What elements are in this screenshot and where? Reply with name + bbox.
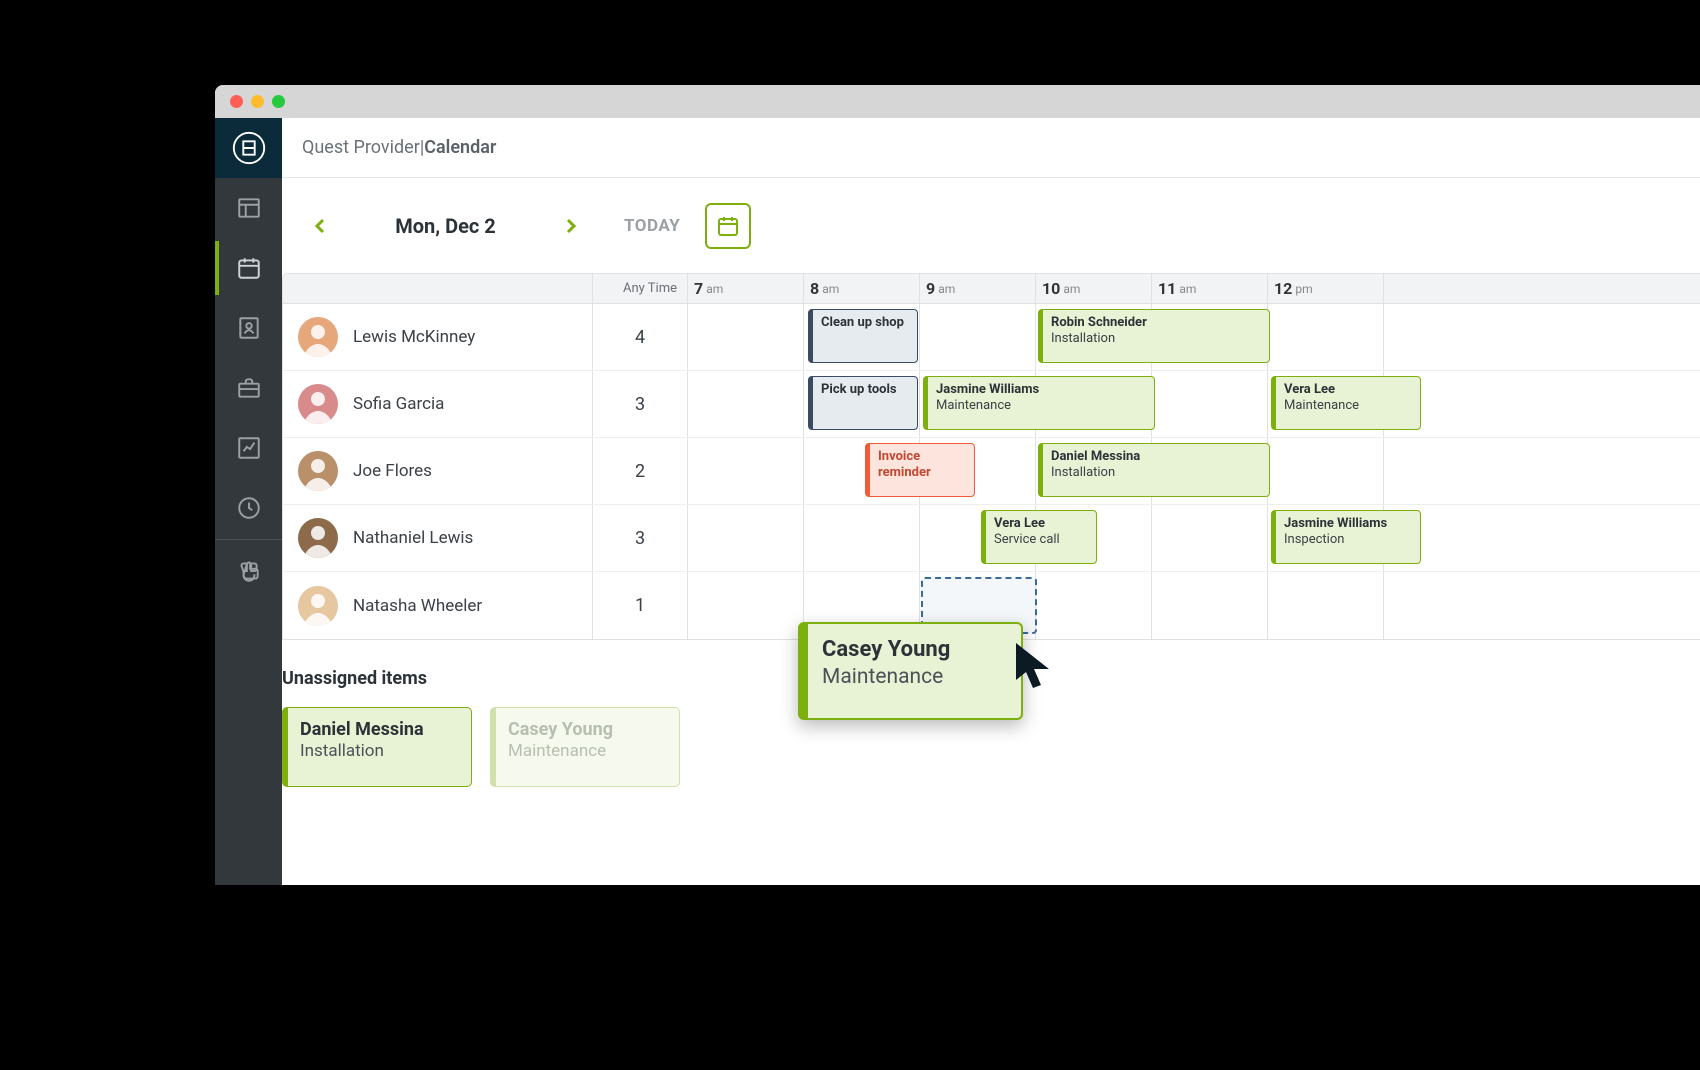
window-maximize-button[interactable] [272,95,285,108]
card-title: Casey Young [508,718,667,741]
time-column-header: 10am [1036,274,1152,303]
schedule-row: Sofia Garcia 3 Pick up tools Jasmine Willia… [283,371,1700,438]
date-picker-button[interactable] [705,203,751,249]
time-column-header: 12pm [1268,274,1384,303]
grid-header: Any Time 7am8am9am10am11am12pm [283,274,1700,304]
event-title: Vera Lee [994,516,1088,532]
drag-card-title: Casey Young [822,636,1007,665]
event-track: Pick up toolsJasmine WilliamsMaintenance… [688,371,1700,437]
event-title: Invoice reminder [878,449,966,482]
main-content: Quest Provider | Calendar Mon, Dec 2 TOD… [282,118,1700,885]
person-cell[interactable]: Lewis McKinney [283,304,593,370]
calendar-event[interactable]: Vera LeeService call [981,510,1097,564]
time-column-header: 11am [1152,274,1268,303]
event-subtitle: Installation [1051,331,1261,347]
breadcrumb: Quest Provider | Calendar [282,118,1700,178]
event-track: Invoice reminder Daniel MessinaInstallati… [688,438,1700,504]
calendar-event[interactable]: Daniel MessinaInstallation [1038,443,1270,497]
event-subtitle: Service call [994,532,1088,548]
calendar-event[interactable]: Clean up shop [808,309,918,363]
anytime-count[interactable]: 3 [593,371,688,437]
event-title: Jasmine Williams [1284,516,1412,532]
event-title: Pick up tools [821,382,909,398]
person-name: Nathaniel Lewis [353,528,473,548]
event-title: Daniel Messina [1051,449,1261,465]
nav-clients[interactable] [215,298,282,358]
person-cell[interactable]: Sofia Garcia [283,371,593,437]
avatar [298,384,338,424]
anytime-count[interactable]: 3 [593,505,688,571]
event-track: Clean up shop Robin SchneiderInstallation [688,304,1700,370]
time-column-header: 7am [688,274,804,303]
anytime-count[interactable]: 1 [593,572,688,639]
event-track: Vera LeeService call Jasmine WilliamsInsp… [688,505,1700,571]
window-titlebar [215,85,1700,118]
event-subtitle: Maintenance [936,398,1146,414]
window-minimize-button[interactable] [251,95,264,108]
unassigned-card[interactable]: Daniel MessinaInstallation [282,707,472,787]
anytime-header: Any Time [593,274,688,303]
calendar-event[interactable]: Vera LeeMaintenance [1271,376,1421,430]
app-window: Quest Provider | Calendar Mon, Dec 2 TOD… [215,85,1700,885]
next-day-button[interactable] [553,208,589,244]
person-cell[interactable]: Natasha Wheeler [283,572,593,639]
prev-day-button[interactable] [302,208,338,244]
nav-reports[interactable] [215,418,282,478]
window-close-button[interactable] [230,95,243,108]
schedule-row: Nathaniel Lewis 3 Vera LeeService call Jasm… [283,505,1700,572]
event-title: Robin Schneider [1051,315,1261,331]
person-name: Sofia Garcia [353,394,444,414]
breadcrumb-company: Quest Provider [302,137,420,158]
avatar [298,586,338,626]
nav-feedback[interactable] [215,541,282,601]
event-subtitle: Inspection [1284,532,1412,548]
nav-dashboard[interactable] [215,178,282,238]
anytime-count[interactable]: 2 [593,438,688,504]
avatar [298,451,338,491]
sidebar [215,118,282,885]
card-subtitle: Maintenance [508,741,667,761]
event-subtitle: Maintenance [1284,398,1412,414]
schedule-grid: Any Time 7am8am9am10am11am12pm Lewis McK… [282,273,1700,640]
event-title: Vera Lee [1284,382,1412,398]
breadcrumb-page: Calendar [424,137,496,158]
person-name: Natasha Wheeler [353,596,482,616]
cursor-icon [1011,640,1061,699]
jobber-logo[interactable] [215,118,282,178]
person-cell[interactable]: Joe Flores [283,438,593,504]
schedule-row: Joe Flores 2 Invoice reminder Daniel Messin… [283,438,1700,505]
person-name: Joe Flores [353,461,432,481]
nav-separator [215,539,282,540]
avatar [298,518,338,558]
avatar [298,317,338,357]
drag-preview-card[interactable]: Casey Young Maintenance [798,622,1023,720]
calendar-event[interactable]: Invoice reminder [865,443,975,497]
event-title: Clean up shop [821,315,909,331]
nav-timesheet[interactable] [215,478,282,538]
nav-calendar[interactable] [215,238,282,298]
unassigned-card[interactable]: Casey YoungMaintenance [490,707,680,787]
person-name: Lewis McKinney [353,327,475,347]
time-column-header: 9am [920,274,1036,303]
calendar-event[interactable]: Robin SchneiderInstallation [1038,309,1270,363]
anytime-count[interactable]: 4 [593,304,688,370]
date-toolbar: Mon, Dec 2 TODAY [282,178,1700,273]
card-title: Daniel Messina [300,718,459,741]
calendar-event[interactable]: Pick up tools [808,376,918,430]
person-cell[interactable]: Nathaniel Lewis [283,505,593,571]
nav-work[interactable] [215,358,282,418]
schedule-row: Lewis McKinney 4 Clean up shop Robin Schnei… [283,304,1700,371]
time-column-header: 8am [804,274,920,303]
event-subtitle: Installation [1051,465,1261,481]
today-button[interactable]: TODAY [624,216,680,236]
card-subtitle: Installation [300,741,459,761]
calendar-event[interactable]: Jasmine WilliamsInspection [1271,510,1421,564]
drag-card-subtitle: Maintenance [822,665,1007,689]
event-title: Jasmine Williams [936,382,1146,398]
calendar-event[interactable]: Jasmine WilliamsMaintenance [923,376,1155,430]
current-date: Mon, Dec 2 [348,214,543,238]
